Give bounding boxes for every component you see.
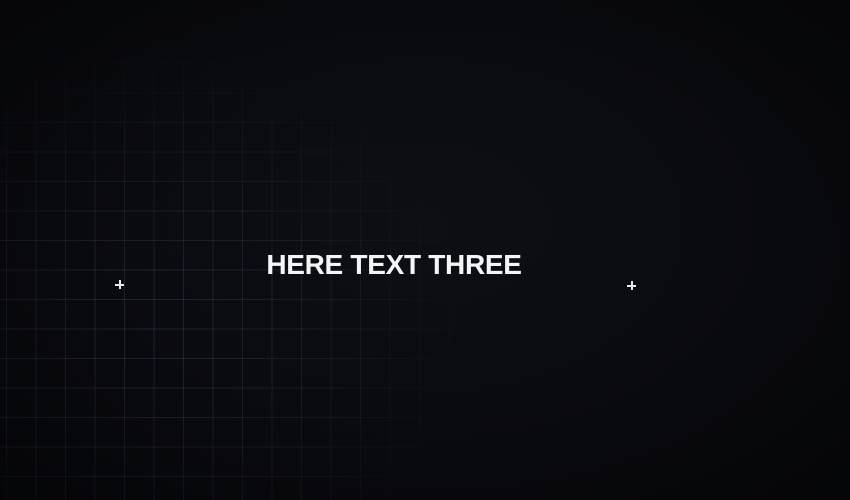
crosshair-plus-icon (115, 280, 124, 289)
video-frame: HERE TEXT THREE (0, 0, 850, 500)
headline-text: HERE TEXT THREE (266, 249, 522, 280)
crosshair-plus-icon (627, 281, 636, 290)
